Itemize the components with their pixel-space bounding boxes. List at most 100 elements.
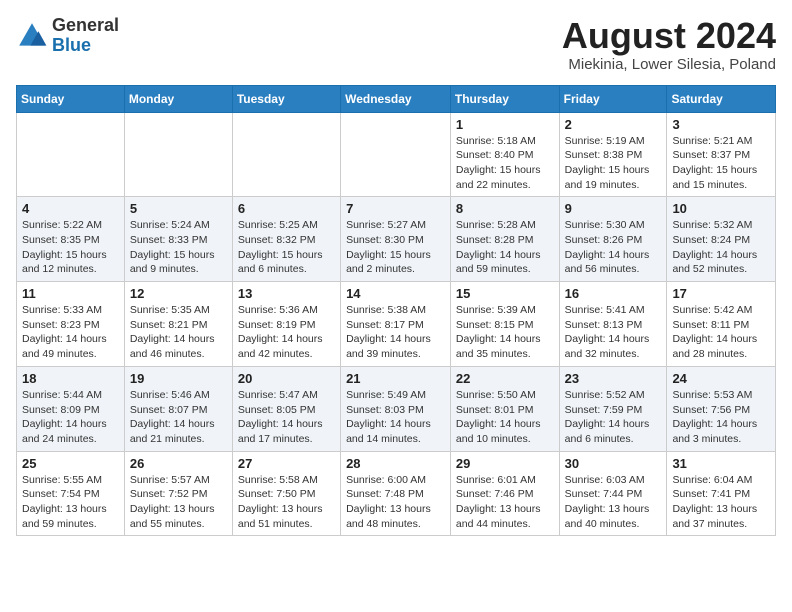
day-info: Sunrise: 6:04 AMSunset: 7:41 PMDaylight:… — [672, 473, 770, 532]
day-number: 5 — [130, 201, 227, 216]
table-row — [341, 112, 451, 197]
day-info: Sunrise: 5:52 AMSunset: 7:59 PMDaylight:… — [565, 388, 662, 447]
day-info: Sunrise: 5:58 AMSunset: 7:50 PMDaylight:… — [238, 473, 335, 532]
day-info: Sunrise: 5:36 AMSunset: 8:19 PMDaylight:… — [238, 303, 335, 362]
col-wednesday: Wednesday — [341, 85, 451, 112]
month-year-title: August 2024 — [562, 16, 776, 56]
day-info: Sunrise: 5:49 AMSunset: 8:03 PMDaylight:… — [346, 388, 445, 447]
day-number: 18 — [22, 371, 119, 386]
day-info: Sunrise: 5:25 AMSunset: 8:32 PMDaylight:… — [238, 218, 335, 277]
table-row: 19 Sunrise: 5:46 AMSunset: 8:07 PMDayligh… — [124, 366, 232, 451]
table-row: 21 Sunrise: 5:49 AMSunset: 8:03 PMDayligh… — [341, 366, 451, 451]
col-thursday: Thursday — [450, 85, 559, 112]
day-info: Sunrise: 5:57 AMSunset: 7:52 PMDaylight:… — [130, 473, 227, 532]
page-header: General Blue August 2024 Miekinia, Lower… — [16, 16, 776, 73]
day-info: Sunrise: 5:44 AMSunset: 8:09 PMDaylight:… — [22, 388, 119, 447]
day-number: 12 — [130, 286, 227, 301]
logo: General Blue — [16, 16, 119, 56]
week-row-2: 4 Sunrise: 5:22 AMSunset: 8:35 PMDaylight… — [17, 197, 776, 282]
day-number: 30 — [565, 456, 662, 471]
day-info: Sunrise: 5:30 AMSunset: 8:26 PMDaylight:… — [565, 218, 662, 277]
day-number: 10 — [672, 201, 770, 216]
day-number: 21 — [346, 371, 445, 386]
day-number: 24 — [672, 371, 770, 386]
table-row: 17Sunrise: 5:42 AMSunset: 8:11 PMDayligh… — [667, 282, 776, 367]
day-number: 14 — [346, 286, 445, 301]
day-number: 27 — [238, 456, 335, 471]
table-row: 27 Sunrise: 5:58 AMSunset: 7:50 PMDayligh… — [232, 451, 340, 536]
day-number: 8 — [456, 201, 554, 216]
table-row: 14 Sunrise: 5:38 AMSunset: 8:17 PMDayligh… — [341, 282, 451, 367]
day-info: Sunrise: 5:50 AMSunset: 8:01 PMDaylight:… — [456, 388, 554, 447]
table-row — [232, 112, 340, 197]
day-info: Sunrise: 5:21 AMSunset: 8:37 PMDaylight:… — [672, 134, 770, 193]
day-info: Sunrise: 6:00 AMSunset: 7:48 PMDaylight:… — [346, 473, 445, 532]
table-row: 13 Sunrise: 5:36 AMSunset: 8:19 PMDayligh… — [232, 282, 340, 367]
col-sunday: Sunday — [17, 85, 125, 112]
day-number: 23 — [565, 371, 662, 386]
day-info: Sunrise: 5:22 AMSunset: 8:35 PMDaylight:… — [22, 218, 119, 277]
day-info: Sunrise: 5:33 AMSunset: 8:23 PMDaylight:… — [22, 303, 119, 362]
table-row — [124, 112, 232, 197]
day-number: 2 — [565, 117, 662, 132]
table-row: 20Sunrise: 5:47 AMSunset: 8:05 PMDayligh… — [232, 366, 340, 451]
day-info: Sunrise: 5:41 AMSunset: 8:13 PMDaylight:… — [565, 303, 662, 362]
table-row — [17, 112, 125, 197]
day-info: Sunrise: 5:35 AMSunset: 8:21 PMDaylight:… — [130, 303, 227, 362]
day-number: 13 — [238, 286, 335, 301]
logo-blue-text: Blue — [52, 35, 91, 55]
table-row: 23 Sunrise: 5:52 AMSunset: 7:59 PMDayligh… — [559, 366, 667, 451]
table-row: 15 Sunrise: 5:39 AMSunset: 8:15 PMDayligh… — [450, 282, 559, 367]
day-info: Sunrise: 5:32 AMSunset: 8:24 PMDaylight:… — [672, 218, 770, 277]
day-info: Sunrise: 5:46 AMSunset: 8:07 PMDaylight:… — [130, 388, 227, 447]
day-info: Sunrise: 5:19 AMSunset: 8:38 PMDaylight:… — [565, 134, 662, 193]
week-row-1: 1Sunrise: 5:18 AMSunset: 8:40 PMDaylight… — [17, 112, 776, 197]
day-number: 16 — [565, 286, 662, 301]
calendar-header-row: Sunday Monday Tuesday Wednesday Thursday… — [17, 85, 776, 112]
table-row: 18 Sunrise: 5:44 AMSunset: 8:09 PMDayligh… — [17, 366, 125, 451]
logo-icon — [16, 20, 48, 52]
table-row: 22 Sunrise: 5:50 AMSunset: 8:01 PMDayligh… — [450, 366, 559, 451]
day-number: 7 — [346, 201, 445, 216]
table-row: 5Sunrise: 5:24 AMSunset: 8:33 PMDaylight… — [124, 197, 232, 282]
day-number: 22 — [456, 371, 554, 386]
day-info: Sunrise: 5:38 AMSunset: 8:17 PMDaylight:… — [346, 303, 445, 362]
calendar-table: Sunday Monday Tuesday Wednesday Thursday… — [16, 85, 776, 537]
day-info: Sunrise: 6:01 AMSunset: 7:46 PMDaylight:… — [456, 473, 554, 532]
table-row: 6Sunrise: 5:25 AMSunset: 8:32 PMDaylight… — [232, 197, 340, 282]
day-number: 28 — [346, 456, 445, 471]
day-number: 4 — [22, 201, 119, 216]
day-number: 15 — [456, 286, 554, 301]
table-row: 4 Sunrise: 5:22 AMSunset: 8:35 PMDaylight… — [17, 197, 125, 282]
day-number: 17 — [672, 286, 770, 301]
week-row-5: 25Sunrise: 5:55 AMSunset: 7:54 PMDayligh… — [17, 451, 776, 536]
table-row: 10 Sunrise: 5:32 AMSunset: 8:24 PMDayligh… — [667, 197, 776, 282]
day-number: 20 — [238, 371, 335, 386]
day-info: Sunrise: 5:18 AMSunset: 8:40 PMDaylight:… — [456, 134, 554, 193]
table-row: 16 Sunrise: 5:41 AMSunset: 8:13 PMDayligh… — [559, 282, 667, 367]
logo-general-text: General — [52, 15, 119, 35]
table-row: 7Sunrise: 5:27 AMSunset: 8:30 PMDaylight… — [341, 197, 451, 282]
day-number: 26 — [130, 456, 227, 471]
table-row: 1Sunrise: 5:18 AMSunset: 8:40 PMDaylight… — [450, 112, 559, 197]
day-number: 25 — [22, 456, 119, 471]
table-row: 2 Sunrise: 5:19 AMSunset: 8:38 PMDaylight… — [559, 112, 667, 197]
day-number: 3 — [672, 117, 770, 132]
day-number: 11 — [22, 286, 119, 301]
table-row: 25Sunrise: 5:55 AMSunset: 7:54 PMDayligh… — [17, 451, 125, 536]
day-info: Sunrise: 5:39 AMSunset: 8:15 PMDaylight:… — [456, 303, 554, 362]
table-row: 28 Sunrise: 6:00 AMSunset: 7:48 PMDayligh… — [341, 451, 451, 536]
week-row-4: 18 Sunrise: 5:44 AMSunset: 8:09 PMDayligh… — [17, 366, 776, 451]
table-row: 8Sunrise: 5:28 AMSunset: 8:28 PMDaylight… — [450, 197, 559, 282]
table-row: 29 Sunrise: 6:01 AMSunset: 7:46 PMDayligh… — [450, 451, 559, 536]
week-row-3: 11 Sunrise: 5:33 AMSunset: 8:23 PMDayligh… — [17, 282, 776, 367]
day-info: Sunrise: 5:53 AMSunset: 7:56 PMDaylight:… — [672, 388, 770, 447]
day-number: 19 — [130, 371, 227, 386]
table-row: 9 Sunrise: 5:30 AMSunset: 8:26 PMDaylight… — [559, 197, 667, 282]
day-number: 29 — [456, 456, 554, 471]
title-block: August 2024 Miekinia, Lower Silesia, Pol… — [562, 16, 776, 73]
table-row: 12 Sunrise: 5:35 AMSunset: 8:21 PMDayligh… — [124, 282, 232, 367]
col-monday: Monday — [124, 85, 232, 112]
day-number: 9 — [565, 201, 662, 216]
day-info: Sunrise: 6:03 AMSunset: 7:44 PMDaylight:… — [565, 473, 662, 532]
